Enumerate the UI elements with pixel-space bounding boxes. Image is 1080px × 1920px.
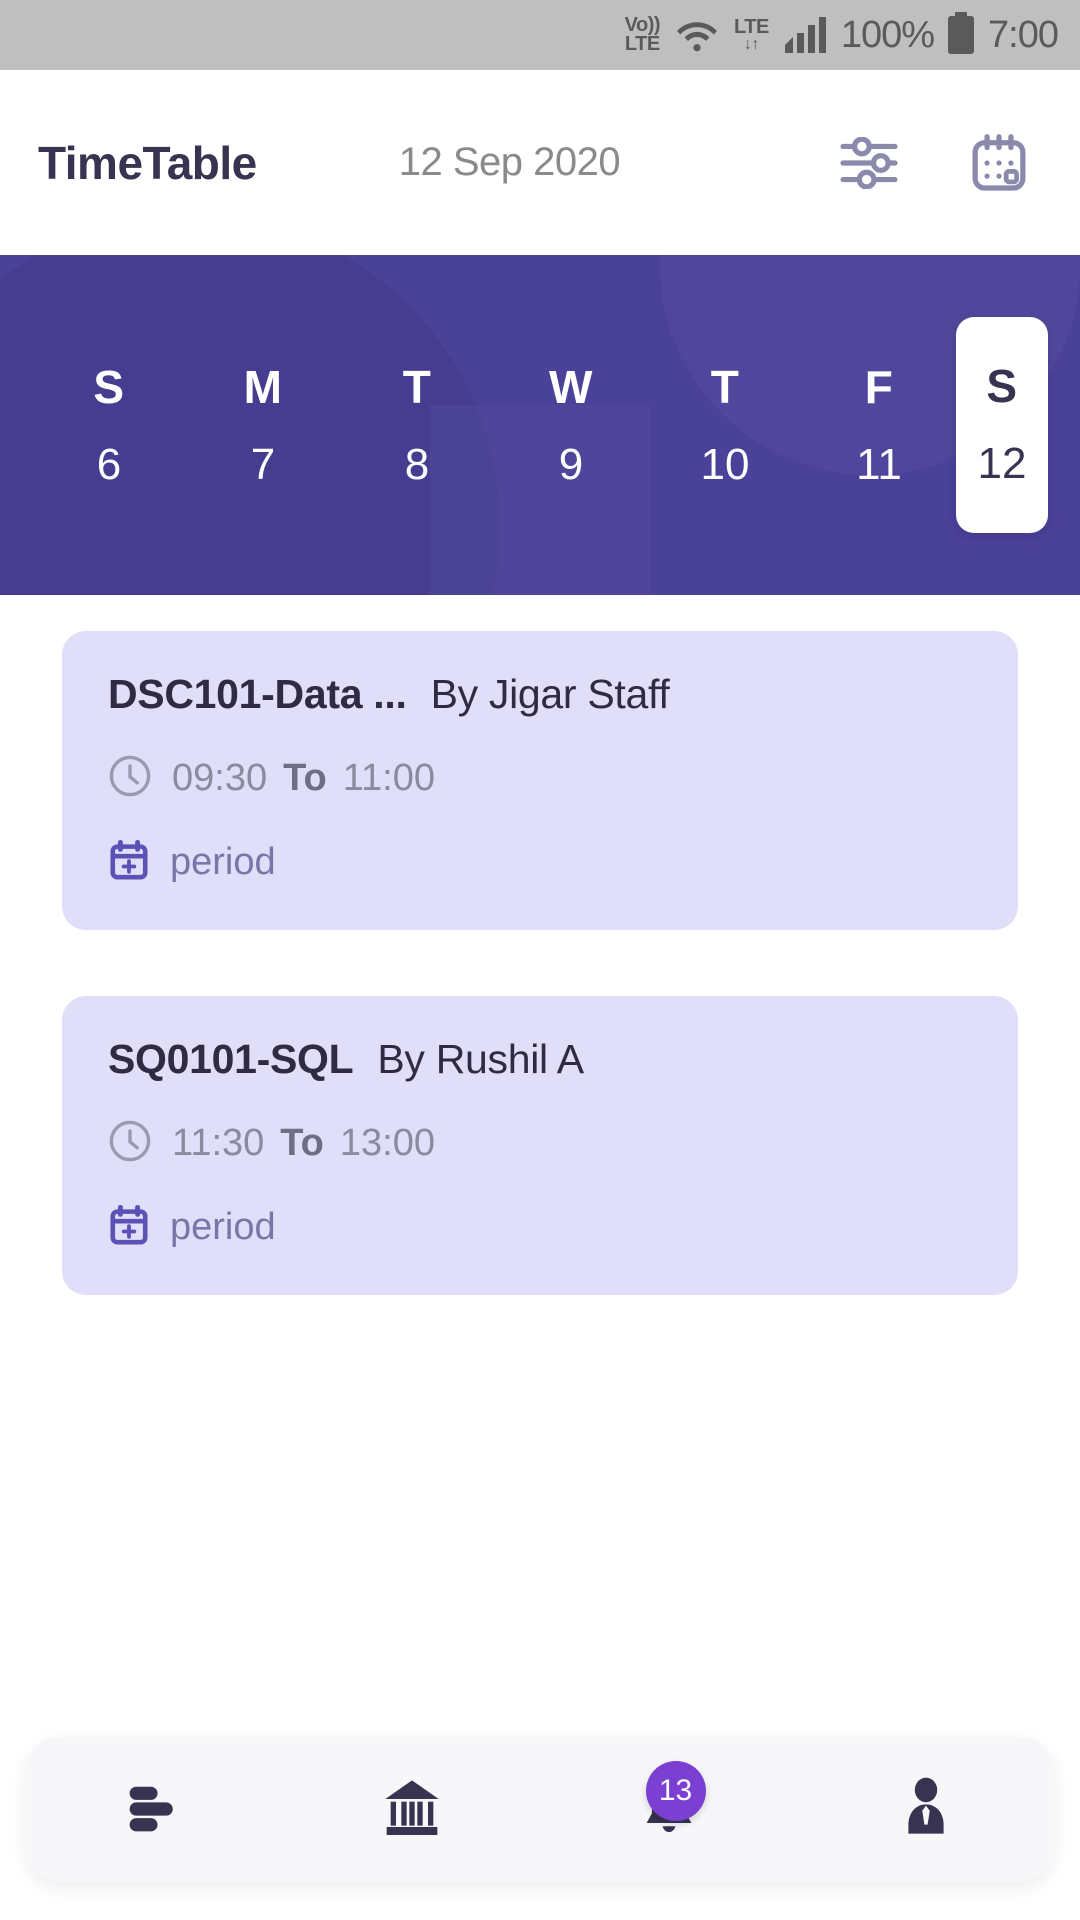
week-day-1[interactable]: M 7 [186,340,340,510]
battery-icon [948,12,975,54]
day-of-week-label: S [93,361,125,413]
day-of-week-label: F [864,361,894,413]
battery-percent: 100% [840,13,935,56]
header-actions [838,132,1042,194]
sliders-filter-icon[interactable] [838,136,900,189]
class-time: 09:30 To 11:00 [172,757,435,800]
week-day-list: S 6 M 7 T 8 W 9 T 10 F 11 S 12 [0,255,1080,595]
data-arrows-icon: ↓↑ [743,35,760,53]
class-instructor: By Jigar Staff [430,671,670,717]
bank-institution-icon [380,1775,444,1844]
page-title: TimeTable [38,136,257,189]
status-bar: Vo)) LTE LTE ↓↑ 100% 7:00 [0,0,1080,70]
class-end-time: 13:00 [339,1122,435,1164]
class-time: 11:30 To 13:00 [172,1122,435,1165]
week-strip: S 6 M 7 T 8 W 9 T 10 F 11 S 12 [0,255,1080,595]
day-number-label: 6 [96,440,122,489]
lte-data-icon: LTE ↓↑ [734,15,769,53]
week-day-2[interactable]: T 8 [340,340,494,510]
bottom-navigation-bar: 13 [26,1737,1054,1882]
class-start-time: 11:30 [172,1122,265,1164]
clock-icon [108,1119,152,1168]
class-end-time: 11:00 [342,757,435,799]
day-number-label: 12 [977,439,1027,488]
day-number-label: 10 [700,440,750,489]
day-number-label: 9 [558,440,584,489]
class-title: SQ0101-SQL By Rushil A [108,1036,972,1083]
menu-list-icon [122,1776,188,1843]
time-separator-label: To [283,757,327,799]
selected-date-label: 12 Sep 2020 [398,140,621,184]
day-of-week-label: S [986,360,1018,412]
week-day-5[interactable]: F 11 [802,340,956,510]
day-number-label: 8 [404,440,430,489]
nav-item-notifications[interactable]: 13 [594,1755,744,1865]
class-instructor: By Rushil A [377,1036,584,1082]
class-code: DSC101-Data ... [108,671,407,717]
volte-icon: Vo)) LTE [624,15,661,55]
week-day-6-selected[interactable]: S 12 [956,317,1048,533]
day-of-week-label: M [243,361,283,413]
class-type-label: period [170,841,276,883]
day-of-week-label: T [710,361,740,413]
class-type-row: period [108,1204,972,1251]
volte-line2: LTE [624,33,660,55]
nav-item-profile[interactable] [851,1755,1001,1865]
day-of-week-label: T [402,361,432,413]
wifi-icon [674,15,720,55]
person-profile-icon [896,1775,956,1844]
week-day-4[interactable]: T 10 [648,340,802,510]
week-day-3[interactable]: W 9 [494,340,648,510]
nav-item-institution[interactable] [337,1755,487,1865]
clock-icon [108,754,152,803]
class-card[interactable]: DSC101-Data ... By Jigar Staff 09:30 To … [62,631,1018,930]
schedule-list: DSC101-Data ... By Jigar Staff 09:30 To … [0,595,1080,1295]
notification-badge: 13 [645,1760,706,1821]
app-header: TimeTable 12 Sep 2020 [0,70,1080,255]
class-type-label: period [170,1206,276,1248]
class-card[interactable]: SQ0101-SQL By Rushil A 11:30 To 13:00 pe… [62,996,1018,1295]
calendar-plus-icon [108,1204,150,1251]
signal-bars-icon [783,15,827,55]
calendar-icon[interactable] [968,132,1030,194]
week-day-0[interactable]: S 6 [32,340,186,510]
class-start-time: 09:30 [172,757,268,799]
class-code: SQ0101-SQL [108,1036,354,1082]
clock-time: 7:00 [988,13,1059,56]
calendar-plus-icon [108,839,150,886]
lte-label: LTE [734,15,769,38]
time-separator-label: To [280,1122,324,1164]
nav-item-menu[interactable] [80,1755,230,1865]
day-number-label: 7 [250,440,276,489]
class-title: DSC101-Data ... By Jigar Staff [108,671,972,718]
day-number-label: 11 [856,440,902,489]
class-time-row: 09:30 To 11:00 [108,754,972,803]
day-of-week-label: W [549,361,593,413]
class-type-row: period [108,839,972,886]
class-time-row: 11:30 To 13:00 [108,1119,972,1168]
